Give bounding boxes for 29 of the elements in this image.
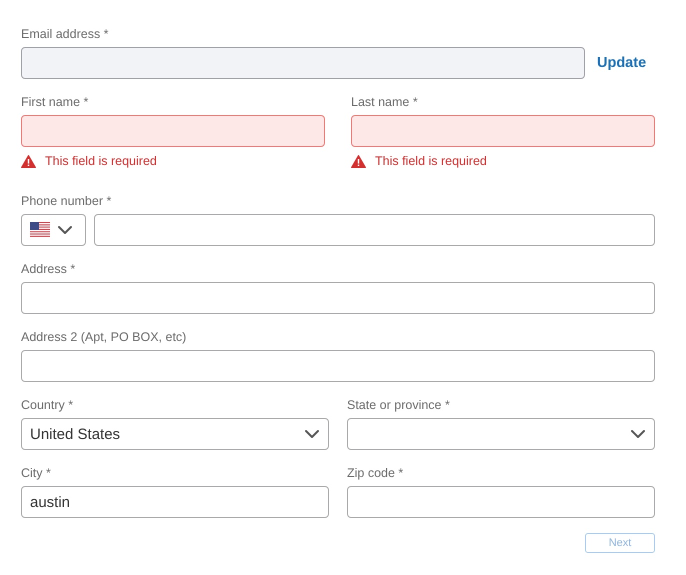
field-label: Last name * [351, 94, 418, 110]
chevron-icon [57, 225, 73, 235]
field-label: Country * [21, 397, 74, 413]
error-message: This field is required [375, 154, 487, 168]
input-field[interactable] [21, 115, 325, 147]
input-field[interactable] [347, 486, 655, 518]
dropdown[interactable]: United States [21, 418, 329, 450]
field-label: Phone number * [21, 193, 112, 209]
field-label: State or province * [347, 397, 450, 413]
field-label: Address 2 (Apt, PO BOX, etc) [21, 329, 186, 345]
input-field[interactable]: austin [21, 486, 329, 518]
chevron-icon [304, 429, 320, 439]
field-label: City * [21, 465, 51, 481]
warning-icon [351, 154, 366, 168]
update-link[interactable]: Update [597, 55, 646, 71]
country-code-dropdown[interactable] [21, 214, 86, 246]
input-field[interactable] [21, 282, 655, 314]
error-message: This field is required [45, 154, 157, 168]
input-field[interactable] [351, 115, 655, 147]
field-label: Address * [21, 261, 76, 277]
flag-icon [30, 222, 50, 238]
dropdown[interactable] [347, 418, 655, 450]
field-label: Email address * [21, 26, 109, 42]
input-field[interactable] [94, 214, 655, 246]
chevron-icon [630, 429, 646, 439]
field-label: First name * [21, 94, 88, 110]
warning-icon [21, 154, 36, 168]
field-label: Zip code * [347, 465, 404, 481]
input-field[interactable] [21, 350, 655, 382]
